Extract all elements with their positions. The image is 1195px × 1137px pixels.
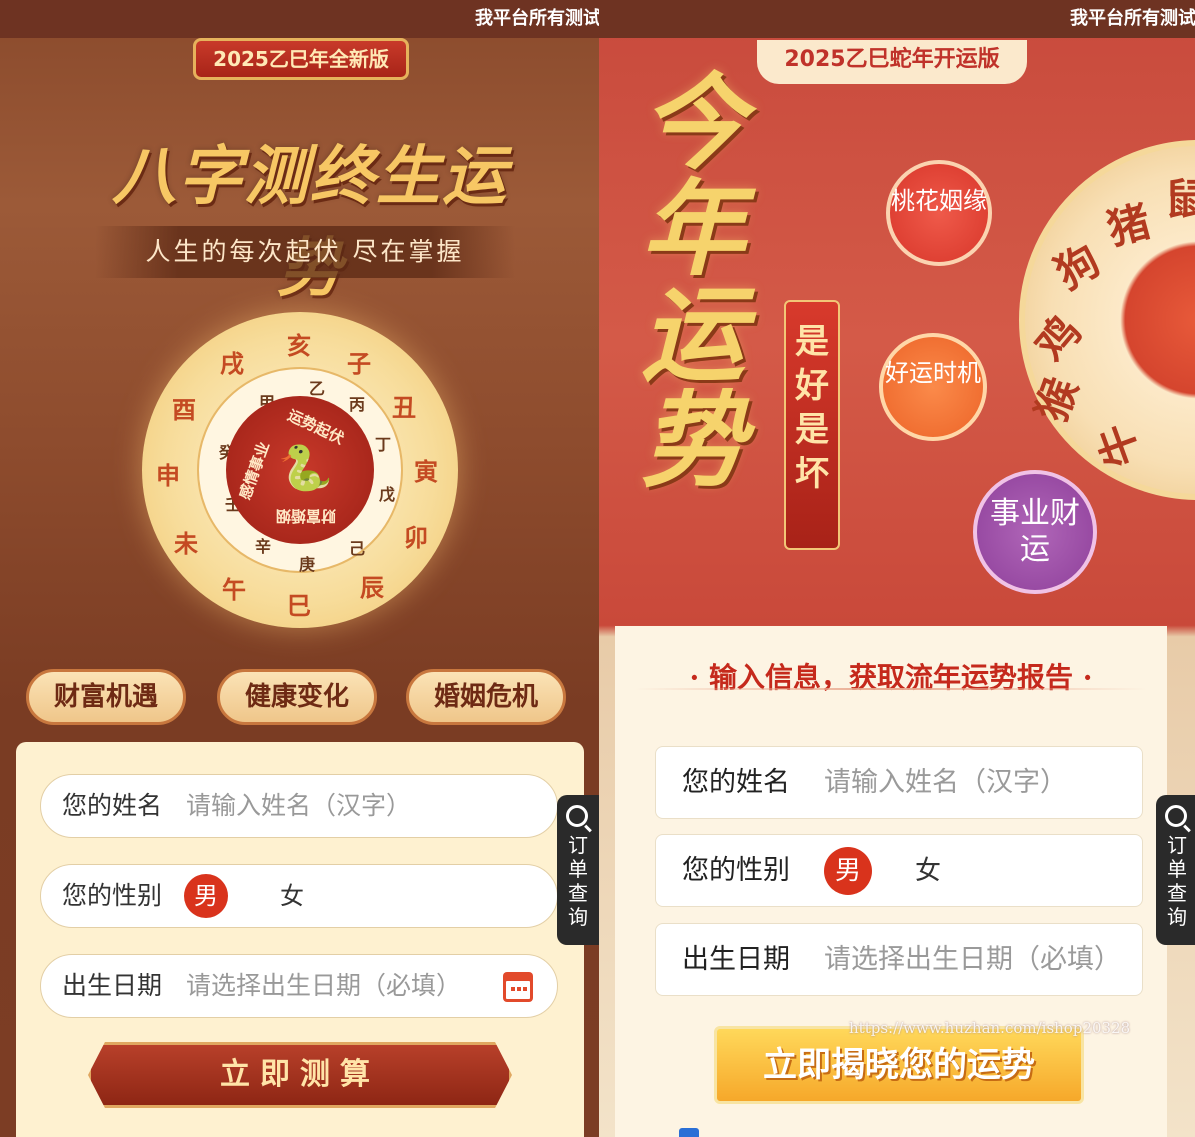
- calculate-button[interactable]: 立即测算: [88, 1042, 512, 1108]
- hanging-tag: 是好是坏: [784, 300, 840, 550]
- wheel-inner-glyph: 己: [349, 539, 366, 558]
- birth-date-field[interactable]: 出生日期 请选择出生日期（必填）: [655, 923, 1143, 996]
- order-query-tab[interactable]: 订单查询: [557, 795, 599, 945]
- snake-icon: 🐍: [278, 443, 333, 494]
- birth-date-field[interactable]: 出生日期 请选择出生日期（必填）: [40, 954, 558, 1018]
- wheel-outer-glyph: 亥: [287, 331, 311, 360]
- agreement-checkbox[interactable]: [679, 1128, 699, 1137]
- page-subtitle: 人生的每次起伏 尽在掌握: [95, 226, 515, 278]
- wheel-outer-glyph: 寅: [414, 457, 438, 486]
- top-notice-text: 我平台所有测试: [1070, 8, 1195, 29]
- gender-label: 您的性别: [62, 881, 163, 910]
- watermark-text: https://www.huzhan.com/ishop20328: [849, 1019, 1131, 1037]
- gender-male-option[interactable]: 男: [184, 874, 228, 918]
- wheel-inner-glyph: 戊: [379, 485, 396, 504]
- gender-field: 您的性别 男 女: [655, 834, 1143, 907]
- wheel-zodiac-glyph: 猪: [1102, 196, 1156, 255]
- gender-field: 您的性别 男 女: [40, 864, 558, 928]
- top-notice-bar: 我平台所有测试: [599, 0, 1195, 38]
- calendar-icon[interactable]: [503, 972, 533, 1002]
- name-label: 您的姓名: [62, 791, 163, 820]
- wheel-inner-glyph: 丁: [375, 435, 392, 454]
- wheel-inner-glyph: 庚: [299, 555, 316, 574]
- feature-pill-health: 健康变化: [217, 669, 377, 725]
- wheel-core-text: 感情事业: [235, 439, 274, 502]
- birth-date-label: 出生日期: [62, 971, 163, 1000]
- name-input[interactable]: 请输入姓名（汉字）: [824, 747, 1067, 818]
- reveal-fortune-button[interactable]: 立即揭晓您的运势: [714, 1026, 1084, 1104]
- birth-date-label: 出生日期: [682, 944, 790, 975]
- wheel-zodiac-glyph: 牛: [1088, 417, 1150, 474]
- order-query-label: 订单查询: [568, 833, 588, 929]
- gender-male-option[interactable]: 男: [824, 847, 872, 895]
- wheel-core-text: 财富婚姻: [276, 507, 337, 525]
- top-notice-bar: 我平台所有测试: [0, 0, 599, 38]
- wheel-outer-glyph: 子: [347, 349, 371, 378]
- bubble-luck-timing: 好运时机: [879, 333, 987, 441]
- wheel-outer-glyph: 辰: [360, 573, 384, 602]
- heading-divider: [635, 688, 1147, 690]
- wheel-outer-glyph: 丑: [392, 393, 416, 422]
- form-heading: · 输入信息，获取流年运势报告 ·: [689, 661, 1093, 694]
- search-icon: [566, 805, 588, 827]
- order-query-tab[interactable]: 订单查询: [1156, 795, 1195, 945]
- name-label: 您的姓名: [682, 767, 790, 798]
- feature-pill-wealth: 财富机遇: [26, 669, 186, 725]
- page-title: 八字测终生运势: [112, 139, 508, 306]
- wheel-outer-glyph: 戌: [220, 349, 244, 378]
- wheel-inner-glyph: 乙: [309, 379, 326, 398]
- gender-female-option[interactable]: 女: [270, 874, 314, 918]
- zodiac-wheel: 狗 猪 鼠 鸡 猴 牛: [1019, 140, 1195, 500]
- wheel-outer-glyph: 午: [222, 575, 246, 604]
- name-input[interactable]: 请输入姓名（汉字）: [186, 775, 411, 837]
- version-badge: 2025乙巳年全新版: [193, 38, 409, 80]
- wheel-outer-glyph: 申: [156, 461, 180, 490]
- name-field[interactable]: 您的姓名 请输入姓名（汉字）: [655, 746, 1143, 819]
- wheel-zodiac-glyph: 猴: [1026, 371, 1088, 428]
- wheel-zodiac-glyph: 狗: [1047, 235, 1108, 299]
- wheel-outer-glyph: 酉: [172, 395, 196, 424]
- wheel-zodiac-glyph: 鸡: [1026, 306, 1091, 371]
- search-icon: [1165, 805, 1187, 827]
- bubble-romance: 桃花姻缘: [886, 160, 992, 266]
- wheel-outer-glyph: 卯: [404, 523, 428, 552]
- birth-date-input[interactable]: 请选择出生日期（必填）: [186, 955, 461, 1017]
- order-query-label: 订单查询: [1167, 833, 1187, 929]
- birth-date-input[interactable]: 请选择出生日期（必填）: [824, 924, 1121, 995]
- right-panel: 我平台所有测试 狗 猪 鼠 鸡 猴 牛 2025乙巳蛇年开运版 今年运势 是好是…: [599, 0, 1195, 1137]
- top-notice-text: 我平台所有测试: [475, 8, 599, 29]
- zodiac-wheel: 亥 子 丑 寅 卯 辰 巳 午 未 申 酉 戌 乙 丙 丁 戊 己 庚 辛 壬 …: [142, 312, 458, 628]
- feature-pill-marriage: 婚姻危机: [406, 669, 566, 725]
- wheel-core: 运势起伏 财富婚姻 感情事业 🐍: [226, 396, 374, 544]
- wheel-inner-glyph: 丙: [349, 395, 366, 414]
- gender-female-option[interactable]: 女: [904, 847, 952, 895]
- gender-label: 您的性别: [682, 855, 790, 886]
- wheel-outer-glyph: 未: [174, 529, 198, 558]
- wheel-zodiac-glyph: 鼠: [1165, 175, 1195, 224]
- left-panel: 我平台所有测试 2025乙巳年全新版 八字测终生运势 人生的每次起伏 尽在掌握 …: [0, 0, 599, 1137]
- wheel-outer-glyph: 巳: [287, 591, 311, 620]
- bubble-career-wealth: 事业财运: [973, 470, 1097, 594]
- name-field[interactable]: 您的姓名 请输入姓名（汉字）: [40, 774, 558, 838]
